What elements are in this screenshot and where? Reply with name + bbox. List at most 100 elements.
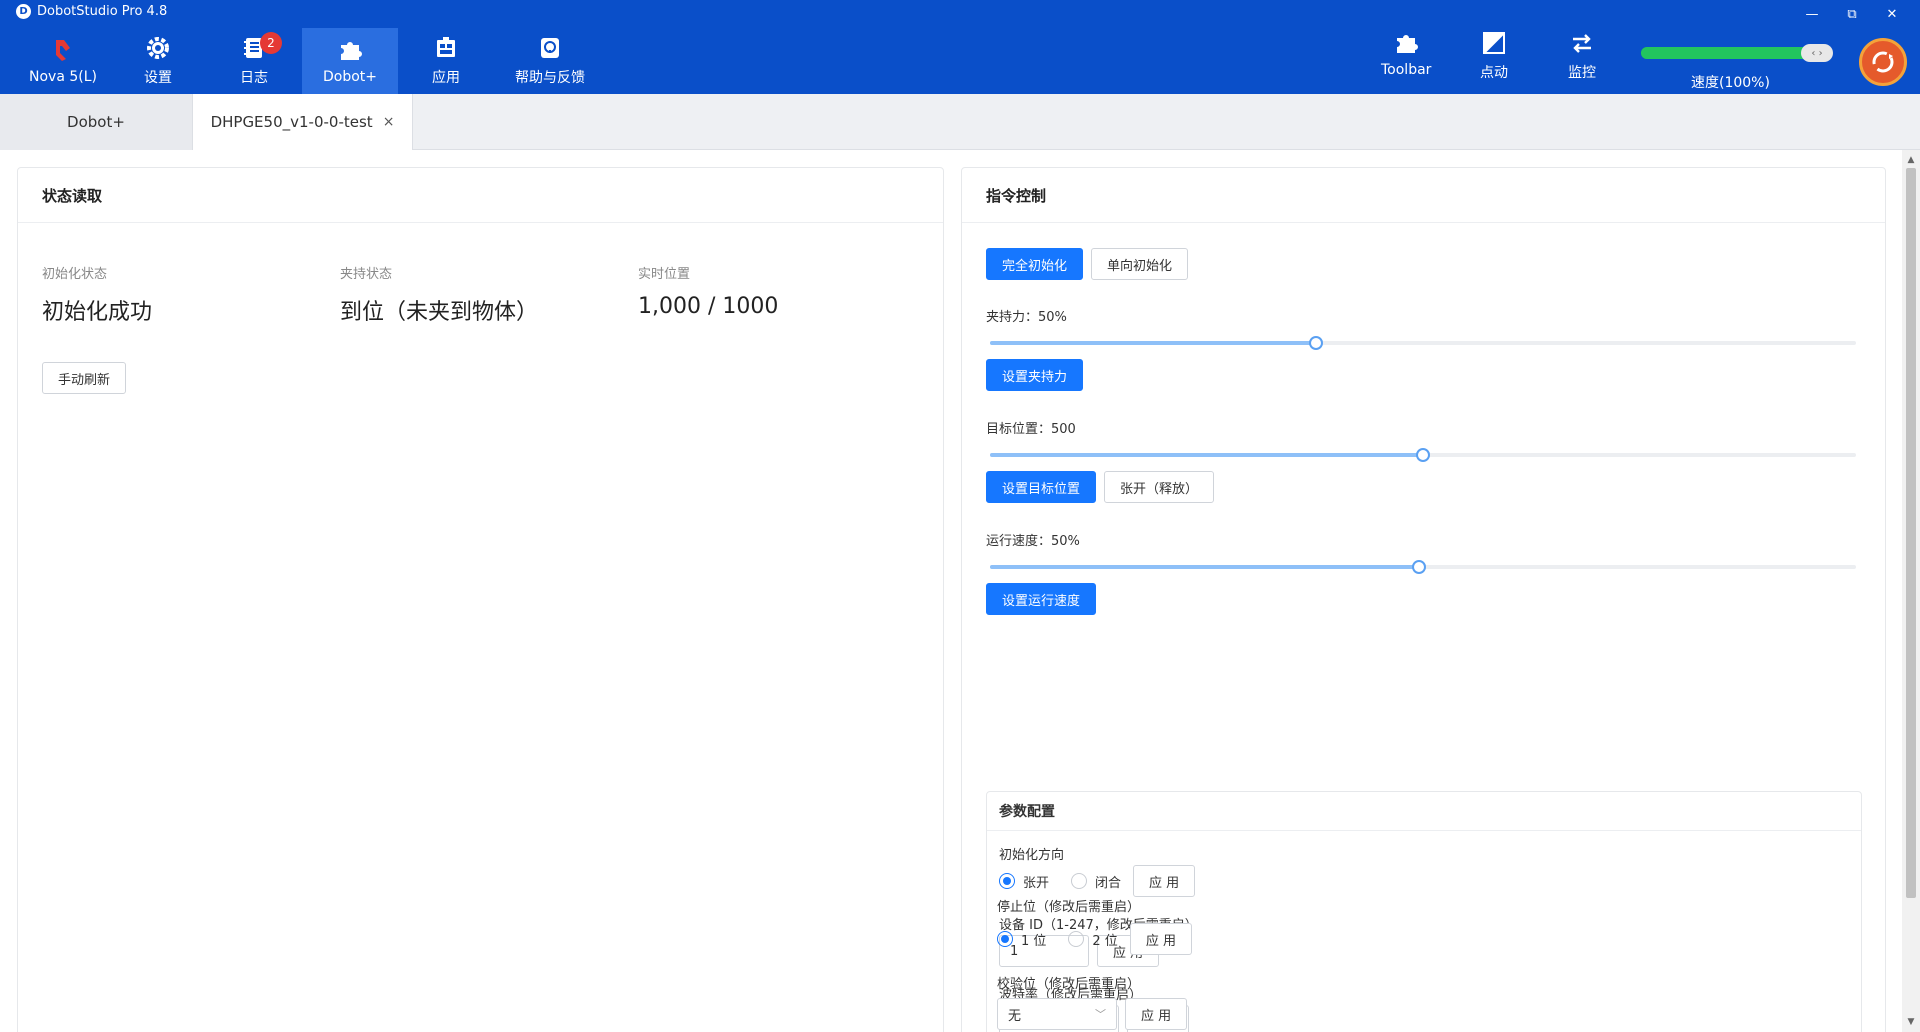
nav-item-help[interactable]: 帮助与反馈: [494, 28, 606, 94]
set-grip-force-button[interactable]: 设置夹持力: [986, 359, 1084, 391]
nav-label: Nova 5(L): [29, 69, 97, 85]
tab-bar: Dobot+ DHPGE50_v1-0-0-test ×: [0, 94, 1920, 150]
radio-button[interactable]: [999, 873, 1015, 889]
puzzle-icon: [337, 37, 363, 63]
param-config-continued: 停止位（修改后需重启） 1 位 2 位 应 用 校验位（修改后需重启） 无 ﹀ …: [997, 896, 1857, 1030]
jog-icon: [1481, 30, 1507, 56]
tab-close-icon[interactable]: ×: [383, 114, 395, 130]
nav-label: 设置: [144, 70, 172, 86]
power-status-avatar[interactable]: [1859, 38, 1907, 86]
stat-init-status: 初始化状态 初始化成功: [42, 263, 340, 326]
app-title-text: DobotStudio Pro 4.8: [37, 4, 168, 19]
nav-item-robot[interactable]: Nova 5(L): [16, 28, 110, 94]
set-target-position-button[interactable]: 设置目标位置: [986, 471, 1097, 503]
top-bar: D DobotStudio Pro 4.8 — ⧉ ✕ Nova 5(L) 设置…: [0, 0, 1920, 94]
apply-parity-button[interactable]: 应 用: [1125, 998, 1188, 1030]
radio-stop-2[interactable]: 2 位: [1068, 930, 1118, 949]
tab-dobot-plus[interactable]: Dobot+: [0, 94, 193, 150]
init-button-row: 完全初始化 单向初始化: [986, 248, 1189, 280]
nav-item-dobot-plus[interactable]: Dobot+: [302, 28, 398, 94]
power-cycle-icon: [1872, 51, 1894, 73]
nav-label: Toolbar: [1381, 62, 1432, 78]
radio-button[interactable]: [1068, 931, 1085, 947]
radio-stop-1[interactable]: 1 位: [997, 930, 1046, 949]
stat-label: 初始化状态: [42, 267, 108, 282]
target-position-slider[interactable]: [990, 448, 1856, 462]
nav-item-toolbar[interactable]: Toolbar: [1381, 30, 1431, 78]
nav-label: 监控: [1568, 65, 1596, 81]
tab-dhpge50[interactable]: DHPGE50_v1-0-0-test ×: [193, 94, 413, 150]
app-logo-icon: D: [16, 4, 31, 19]
close-window-button[interactable]: ✕: [1876, 2, 1908, 26]
grip-force-fill: [990, 341, 1316, 345]
apply-stop-bits-button[interactable]: 应 用: [1129, 923, 1192, 955]
grip-force-thumb[interactable]: [1308, 336, 1323, 350]
tab-label: DHPGE50_v1-0-0-test: [210, 113, 373, 131]
minimize-button[interactable]: —: [1796, 2, 1828, 26]
status-card-title: 状态读取: [18, 168, 943, 223]
radio-button[interactable]: [997, 931, 1013, 947]
radio-open[interactable]: 张开: [999, 872, 1049, 891]
nav-label: 帮助与反馈: [515, 70, 585, 86]
open-release-button[interactable]: 张开（释放）: [1104, 471, 1215, 503]
chevron-down-icon: ﹀: [1095, 1008, 1106, 1021]
run-speed-fill: [990, 565, 1419, 569]
stat-value: 1,000 / 1000: [638, 294, 779, 319]
grip-force-label: 夹持力：50%: [986, 310, 1067, 325]
nav-item-apps[interactable]: 应用: [398, 28, 494, 94]
init-direction-row: 张开 闭合 应 用: [999, 865, 1196, 897]
radio-label: 张开: [1023, 875, 1050, 891]
radio-button[interactable]: [1071, 873, 1088, 889]
nav-item-log[interactable]: 日志 2: [206, 28, 302, 94]
restore-button[interactable]: ⧉: [1836, 2, 1868, 26]
target-position-label: 目标位置：500: [986, 422, 1076, 437]
manual-refresh-button[interactable]: 手动刷新: [42, 362, 127, 394]
help-icon: [537, 35, 563, 61]
stat-value: 到位（未夹到物体）: [340, 300, 539, 325]
nav-label: 点动: [1480, 65, 1508, 81]
nav-item-jog[interactable]: 点动: [1480, 30, 1508, 82]
nav-label: Dobot+: [322, 69, 378, 85]
parity-select[interactable]: 无 ﹀: [997, 998, 1117, 1030]
nav-item-settings[interactable]: 设置: [110, 28, 206, 94]
stop-bits-row: 1 位 2 位 应 用: [997, 923, 1857, 955]
stat-label: 实时位置: [638, 267, 691, 282]
stop-bits-label: 停止位（修改后需重启）: [997, 900, 1141, 915]
status-stats: 初始化状态 初始化成功 夹持状态 到位（未夹到物体） 实时位置 1,000 / …: [42, 263, 936, 326]
tab-label: Dobot+: [67, 113, 125, 131]
full-init-button[interactable]: 完全初始化: [986, 248, 1084, 280]
run-speed-slider[interactable]: [990, 560, 1856, 574]
run-speed-label: 运行速度：50%: [986, 534, 1080, 549]
scroll-down-icon[interactable]: ▼: [1902, 1014, 1920, 1030]
radio-label: 闭合: [1095, 875, 1122, 891]
status-card: 状态读取 初始化状态 初始化成功 夹持状态 到位（未夹到物体） 实时位置 1,0…: [17, 167, 944, 1032]
scrollbar-thumb[interactable]: [1906, 168, 1916, 898]
app-title: D DobotStudio Pro 4.8: [16, 4, 167, 19]
apply-init-direction-button[interactable]: 应 用: [1133, 865, 1196, 897]
nav-item-monitor[interactable]: 监控: [1568, 30, 1596, 82]
speed-slider[interactable]: ‹ ›: [1641, 44, 1833, 62]
run-speed-thumb[interactable]: [1411, 560, 1426, 574]
log-count-badge: 2: [260, 32, 282, 54]
speed-slider-knob[interactable]: ‹ ›: [1801, 44, 1833, 62]
parity-label: 校验位（修改后需重启）: [997, 977, 1141, 992]
nav-label: 日志: [240, 70, 268, 86]
target-position-thumb[interactable]: [1416, 448, 1430, 462]
window-controls: — ⧉ ✕: [1796, 2, 1908, 26]
radio-label: 2 位: [1092, 933, 1118, 949]
radio-label: 1 位: [1021, 933, 1047, 949]
set-run-speed-button[interactable]: 设置运行速度: [986, 583, 1097, 615]
select-value: 无: [1008, 1008, 1022, 1024]
transfer-icon: [1569, 30, 1595, 56]
puzzle-icon: [1393, 30, 1419, 56]
grip-force-slider[interactable]: [990, 336, 1856, 350]
stat-grip-status: 夹持状态 到位（未夹到物体）: [340, 263, 638, 326]
radio-close[interactable]: 闭合: [1071, 872, 1121, 891]
gear-icon: [145, 35, 171, 61]
single-init-button[interactable]: 单向初始化: [1091, 248, 1189, 280]
init-direction-label: 初始化方向: [999, 848, 1065, 863]
apps-icon: [433, 35, 459, 61]
nav-label: 应用: [432, 70, 460, 86]
scroll-up-icon[interactable]: ▲: [1902, 152, 1920, 168]
page-scrollbar[interactable]: ▲ ▼: [1902, 150, 1920, 1032]
